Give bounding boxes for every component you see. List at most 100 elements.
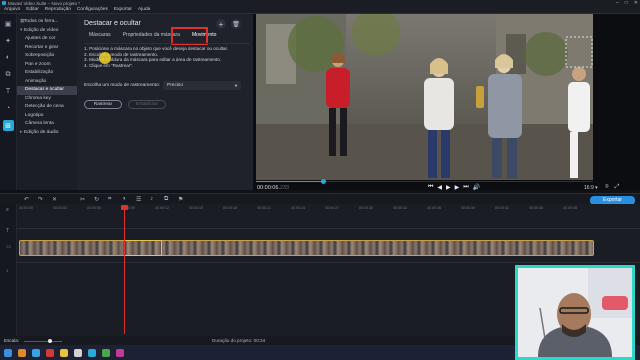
ruler-tick-label: 00:00:39 bbox=[461, 206, 475, 210]
project-duration: Duração do projeto: 00:34 bbox=[212, 338, 266, 343]
menu-item-file[interactable]: Arquivo bbox=[4, 7, 20, 12]
window-title: Movavi Video Suite – Novo projeto * bbox=[8, 0, 80, 6]
timeline-ruler[interactable]: 00:00:00 00:00:03 00:00:06 00:00:09 00:00:12… bbox=[17, 206, 640, 213]
sidebar-item-video-editing[interactable]: ▾ Edição de vídeo bbox=[17, 27, 77, 36]
sidebar-item-crop-rotate[interactable]: Recortar e girar bbox=[17, 44, 77, 53]
volume-icon[interactable]: 🔊 bbox=[473, 184, 480, 191]
ruler-tick-label: 00:00:18 bbox=[223, 206, 237, 210]
sidebar-item-stabilization[interactable]: Estabilização bbox=[17, 69, 77, 78]
audio-track-icon[interactable]: ♪ bbox=[6, 268, 9, 274]
sidebar-item-all-tools[interactable]: ▦Todos os ferra... bbox=[17, 18, 77, 27]
text-track-icon[interactable]: T bbox=[6, 228, 9, 234]
webcam-overlay bbox=[515, 265, 635, 360]
tools-sidebar: ▦Todos os ferra... ▾ Edição de vídeo Ajus… bbox=[17, 14, 77, 190]
zoom-slider-knob[interactable] bbox=[48, 339, 52, 343]
add-mask-button[interactable]: + bbox=[216, 19, 226, 29]
ruler-tick-label: 00:00:33 bbox=[393, 206, 407, 210]
ruler-tick-label: 00:00:24 bbox=[291, 206, 305, 210]
explorer-icon[interactable] bbox=[18, 348, 26, 357]
start-icon[interactable] bbox=[4, 348, 12, 357]
track-divider bbox=[17, 228, 640, 229]
sidebar-item-highlight-conceal[interactable]: Destacar e ocultar bbox=[17, 86, 77, 95]
redo-icon[interactable]: ↷ bbox=[38, 196, 43, 203]
video-clip[interactable] bbox=[19, 240, 594, 256]
ruler-tick-label: 00:00:27 bbox=[325, 206, 339, 210]
delete-icon[interactable]: ✕ bbox=[52, 196, 57, 203]
sidebar-item-logo[interactable]: Logotipo bbox=[17, 112, 77, 121]
cut-icon[interactable]: ✂ bbox=[80, 196, 85, 203]
video-track-icon[interactable]: ▭ bbox=[6, 244, 11, 250]
frame-back-icon[interactable]: ◀ bbox=[437, 184, 442, 191]
tracking-mode-value: Preciso bbox=[167, 83, 183, 88]
import-icon[interactable]: ▣ bbox=[3, 18, 14, 29]
skip-back-icon[interactable]: ⏮ bbox=[428, 184, 433, 191]
filters-icon[interactable]: ◐ bbox=[3, 52, 14, 63]
app-icon-4[interactable] bbox=[102, 348, 110, 357]
rotate-icon[interactable]: ↻ bbox=[94, 196, 99, 203]
tracking-mode-label: Escolha um modo de rastreamento: bbox=[84, 83, 160, 88]
tool-rail: ▣ ✦ ◐ ⧉ T ◔ ⊞ bbox=[0, 14, 17, 190]
trash-icon: 🗑 bbox=[232, 21, 240, 28]
camera-icon[interactable]: ⌾ bbox=[605, 184, 609, 191]
ruler-tick-label: 00:00:30 bbox=[359, 206, 373, 210]
sidebar-item-color-adjustments[interactable]: Ajustes de cor bbox=[17, 35, 77, 44]
video-frame bbox=[256, 14, 593, 180]
timecode: 00:00:06.233 bbox=[257, 185, 290, 191]
ruler-tick-label: 00:00:12 bbox=[155, 206, 169, 210]
sidebar-item-slow-motion[interactable]: Câmera lenta bbox=[17, 120, 77, 129]
tracking-mode-select[interactable]: Preciso ▼ bbox=[163, 81, 241, 90]
menu-item-export[interactable]: Exportar bbox=[114, 7, 132, 12]
menu-item-edit[interactable]: Editar bbox=[26, 7, 39, 12]
cursor-highlight bbox=[99, 52, 111, 64]
movavi-taskbar-icon[interactable] bbox=[88, 348, 96, 357]
track-divider bbox=[17, 262, 640, 263]
playhead[interactable] bbox=[124, 206, 125, 334]
more-tools-icon[interactable]: ⊞ bbox=[2, 120, 14, 131]
app-icon-3[interactable] bbox=[74, 348, 82, 357]
delete-mask-button[interactable]: 🗑 bbox=[231, 19, 241, 29]
ruler-tick-label: 00:00:48 bbox=[563, 206, 577, 210]
titles-icon[interactable]: T bbox=[3, 86, 14, 97]
transport-controls: ⏮ ◀ ▶ ▶ ⏭ 🔊 bbox=[428, 184, 480, 191]
track-settings-icon[interactable]: ≡ bbox=[6, 207, 9, 213]
stabilize-button[interactable]: Estabilizar bbox=[128, 100, 166, 109]
sidebar-item-pan-zoom[interactable]: Pan e zoom bbox=[17, 61, 77, 70]
color-icon[interactable]: ◑ bbox=[122, 196, 126, 202]
edge-icon[interactable] bbox=[32, 348, 40, 357]
crop-icon[interactable]: ⌗ bbox=[108, 196, 111, 203]
ruler-tick-label: 00:00:45 bbox=[529, 206, 543, 210]
menu-item-playback[interactable]: Reprodução bbox=[45, 7, 71, 12]
ruler-tick-label: 00:00:06 bbox=[87, 206, 101, 210]
transitions-icon[interactable]: ⧉ bbox=[3, 69, 14, 80]
magic-icon[interactable]: ✦ bbox=[3, 35, 14, 46]
zoom-slider[interactable] bbox=[24, 341, 62, 342]
fullscreen-icon[interactable]: ⤢ bbox=[615, 184, 620, 191]
sidebar-item-overlay[interactable]: Sobreposição bbox=[17, 52, 77, 61]
sidebar-item-audio-editing[interactable]: ▸ Edição de áudio bbox=[17, 129, 77, 138]
menu-item-help[interactable]: Ajuda bbox=[138, 7, 150, 12]
app-icon-1[interactable] bbox=[46, 348, 54, 357]
instruction-step-1: 1. Posicione a máscara no objeto que voc… bbox=[84, 46, 229, 51]
skip-forward-icon[interactable]: ⏭ bbox=[463, 184, 468, 191]
tab-masks[interactable]: Máscaras bbox=[84, 30, 116, 41]
marker-icon[interactable]: ⚑ bbox=[178, 196, 183, 203]
stickers-icon[interactable]: ◔ bbox=[3, 103, 14, 114]
undo-icon[interactable]: ↶ bbox=[24, 196, 29, 203]
aspect-ratio-select[interactable]: 16:9 ▾ bbox=[584, 185, 598, 191]
menu-item-settings[interactable]: Configurações bbox=[77, 7, 108, 12]
play-icon[interactable]: ▶ bbox=[446, 184, 451, 191]
track-button[interactable]: Rastrear bbox=[84, 100, 122, 109]
clip-properties-icon[interactable]: ☰ bbox=[136, 196, 141, 203]
app-icon-5[interactable] bbox=[116, 348, 124, 357]
frame-forward-icon[interactable]: ▶ bbox=[455, 184, 460, 191]
sidebar-item-chroma-key[interactable]: Chroma key bbox=[17, 95, 77, 104]
preview-options: ⌾ ⤢ bbox=[605, 184, 619, 191]
app-icon-2[interactable] bbox=[60, 348, 68, 357]
overlay-icon[interactable]: ⧉ bbox=[164, 196, 168, 203]
audio-icon[interactable]: ♪ bbox=[150, 196, 153, 202]
video-preview[interactable] bbox=[256, 14, 593, 180]
presenter-video bbox=[518, 268, 632, 357]
sidebar-item-animation[interactable]: Animação bbox=[17, 78, 77, 87]
instruction-step-4: 4. Clique em "Rastrear". bbox=[84, 62, 134, 68]
sidebar-item-scene-detection[interactable]: Detecção de cena bbox=[17, 103, 77, 112]
